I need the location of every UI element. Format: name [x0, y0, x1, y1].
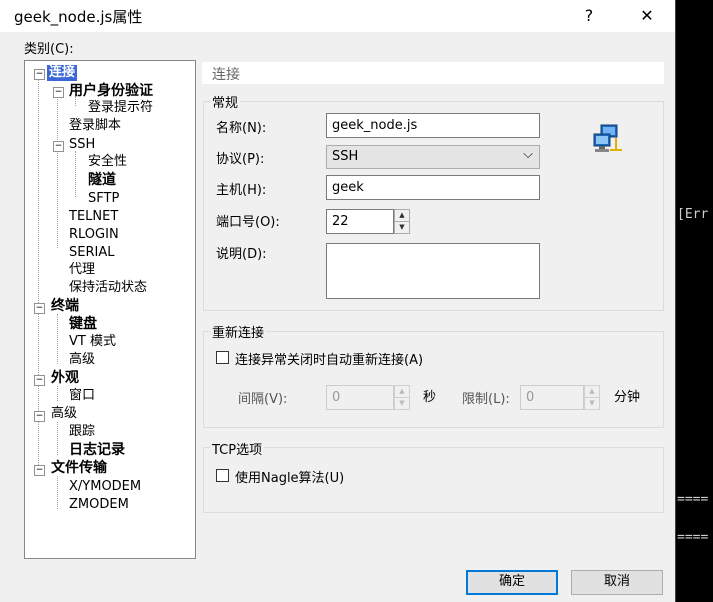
tree-item-rlogin[interactable]: RLOGIN	[69, 227, 119, 243]
general-group-title: 常规	[210, 92, 241, 111]
tree-line	[75, 151, 76, 197]
help-button[interactable]: ?	[566, 0, 612, 32]
tree-item-proxy[interactable]: 代理	[69, 262, 95, 278]
terminal-text: ====	[677, 530, 709, 545]
reconnect-group-title: 重新连接	[210, 322, 267, 341]
collapse-icon[interactable]: −	[34, 303, 45, 314]
tree-item-tunneling[interactable]: 隧道	[88, 172, 116, 188]
limit-field[interactable]	[520, 385, 584, 410]
tree-line	[57, 314, 58, 364]
panel-header-title: 连接	[212, 67, 240, 83]
tree-line	[57, 386, 58, 401]
close-button[interactable]: ✕	[624, 0, 670, 32]
protocol-select[interactable]: SSH ⌵	[326, 145, 540, 169]
tree-line	[57, 476, 58, 509]
tree-item-keyboard[interactable]: 键盘	[69, 316, 97, 332]
chevron-down-icon: ⌵	[523, 147, 533, 162]
cancel-button[interactable]: 取消	[571, 570, 663, 595]
tree-line	[57, 88, 58, 248]
description-label: 说明(D):	[216, 247, 267, 262]
limit-label: 限制(L):	[462, 392, 510, 407]
tree-item-ssh[interactable]: SSH	[69, 137, 95, 153]
tree-item-security[interactable]: 安全性	[88, 154, 127, 170]
name-label: 名称(N):	[216, 121, 267, 136]
tree-item-terminal[interactable]: 终端	[51, 298, 79, 314]
protocol-value: SSH	[332, 149, 359, 164]
protocol-label: 协议(P):	[216, 152, 265, 167]
category-label: 类别(C):	[24, 42, 74, 57]
tree-item-appearance[interactable]: 外观	[51, 370, 79, 386]
interval-label: 间隔(V):	[238, 392, 288, 407]
panel-header: 连接	[202, 62, 664, 84]
category-tree[interactable]: − − − − − − − 连接 用户身份验证 登录提示符 登录脚本 SSH 安…	[24, 60, 196, 559]
terminal-text: [Err	[677, 207, 709, 222]
interval-field[interactable]	[326, 385, 394, 410]
title-bar: geek_node.js属性 ? ✕	[0, 0, 675, 32]
ok-button[interactable]: 确定	[466, 570, 558, 595]
tcp-group-title: TCP选项	[210, 439, 265, 458]
computer-network-icon	[593, 124, 622, 152]
tree-item-login-prompts[interactable]: 登录提示符	[88, 100, 153, 116]
port-field[interactable]	[326, 209, 394, 234]
collapse-icon[interactable]: −	[34, 411, 45, 422]
interval-unit: 秒	[423, 390, 437, 405]
auto-reconnect-checkbox[interactable]	[216, 351, 229, 364]
tree-item-telnet[interactable]: TELNET	[69, 209, 118, 225]
tree-item-xymodem[interactable]: X/YMODEM	[69, 479, 141, 495]
tree-item-terminal-advanced[interactable]: 高级	[69, 352, 95, 368]
tree-item-serial[interactable]: SERIAL	[69, 245, 114, 261]
reconnect-group	[203, 331, 664, 428]
name-field[interactable]	[326, 113, 540, 138]
nagle-checkbox[interactable]	[216, 469, 229, 482]
tree-item-window[interactable]: 窗口	[69, 388, 95, 404]
tree-item-zmodem[interactable]: ZMODEM	[69, 497, 129, 513]
tree-item-vt-modes[interactable]: VT 模式	[69, 334, 116, 350]
tree-item-login-scripts[interactable]: 登录脚本	[69, 118, 121, 134]
auto-reconnect-label: 连接异常关闭时自动重新连接(A)	[235, 353, 424, 368]
collapse-icon[interactable]: −	[53, 141, 64, 152]
terminal-text: ====	[677, 492, 709, 507]
properties-dialog: geek_node.js属性 ? ✕ 类别(C): − − − − − − − …	[0, 0, 676, 602]
description-field[interactable]	[326, 243, 540, 299]
tree-item-logging[interactable]: 日志记录	[69, 442, 125, 458]
collapse-icon[interactable]: −	[34, 69, 45, 80]
limit-unit: 分钟	[614, 390, 641, 405]
interval-spin-down[interactable]: ▼	[394, 397, 410, 410]
tree-item-user-auth[interactable]: 用户身份验证	[69, 83, 153, 99]
tree-line	[57, 422, 58, 455]
tree-item-trace[interactable]: 跟踪	[69, 424, 95, 440]
tree-item-connection[interactable]: 连接	[47, 65, 78, 81]
port-spin-down[interactable]: ▼	[394, 221, 410, 234]
limit-spin-down[interactable]: ▼	[584, 397, 600, 410]
port-label: 端口号(O):	[216, 215, 280, 230]
tree-item-sftp[interactable]: SFTP	[88, 191, 119, 207]
window-title: geek_node.js属性	[14, 8, 143, 26]
tree-item-file-transfer[interactable]: 文件传输	[51, 460, 107, 476]
collapse-icon[interactable]: −	[34, 465, 45, 476]
host-label: 主机(H):	[216, 183, 267, 198]
tree-item-keep-alive[interactable]: 保持活动状态	[69, 280, 147, 296]
host-field[interactable]	[326, 175, 540, 200]
nagle-label: 使用Nagle算法(U)	[235, 471, 345, 486]
collapse-icon[interactable]: −	[34, 375, 45, 386]
tree-item-advanced[interactable]: 高级	[51, 406, 77, 422]
collapse-icon[interactable]: −	[53, 87, 64, 98]
